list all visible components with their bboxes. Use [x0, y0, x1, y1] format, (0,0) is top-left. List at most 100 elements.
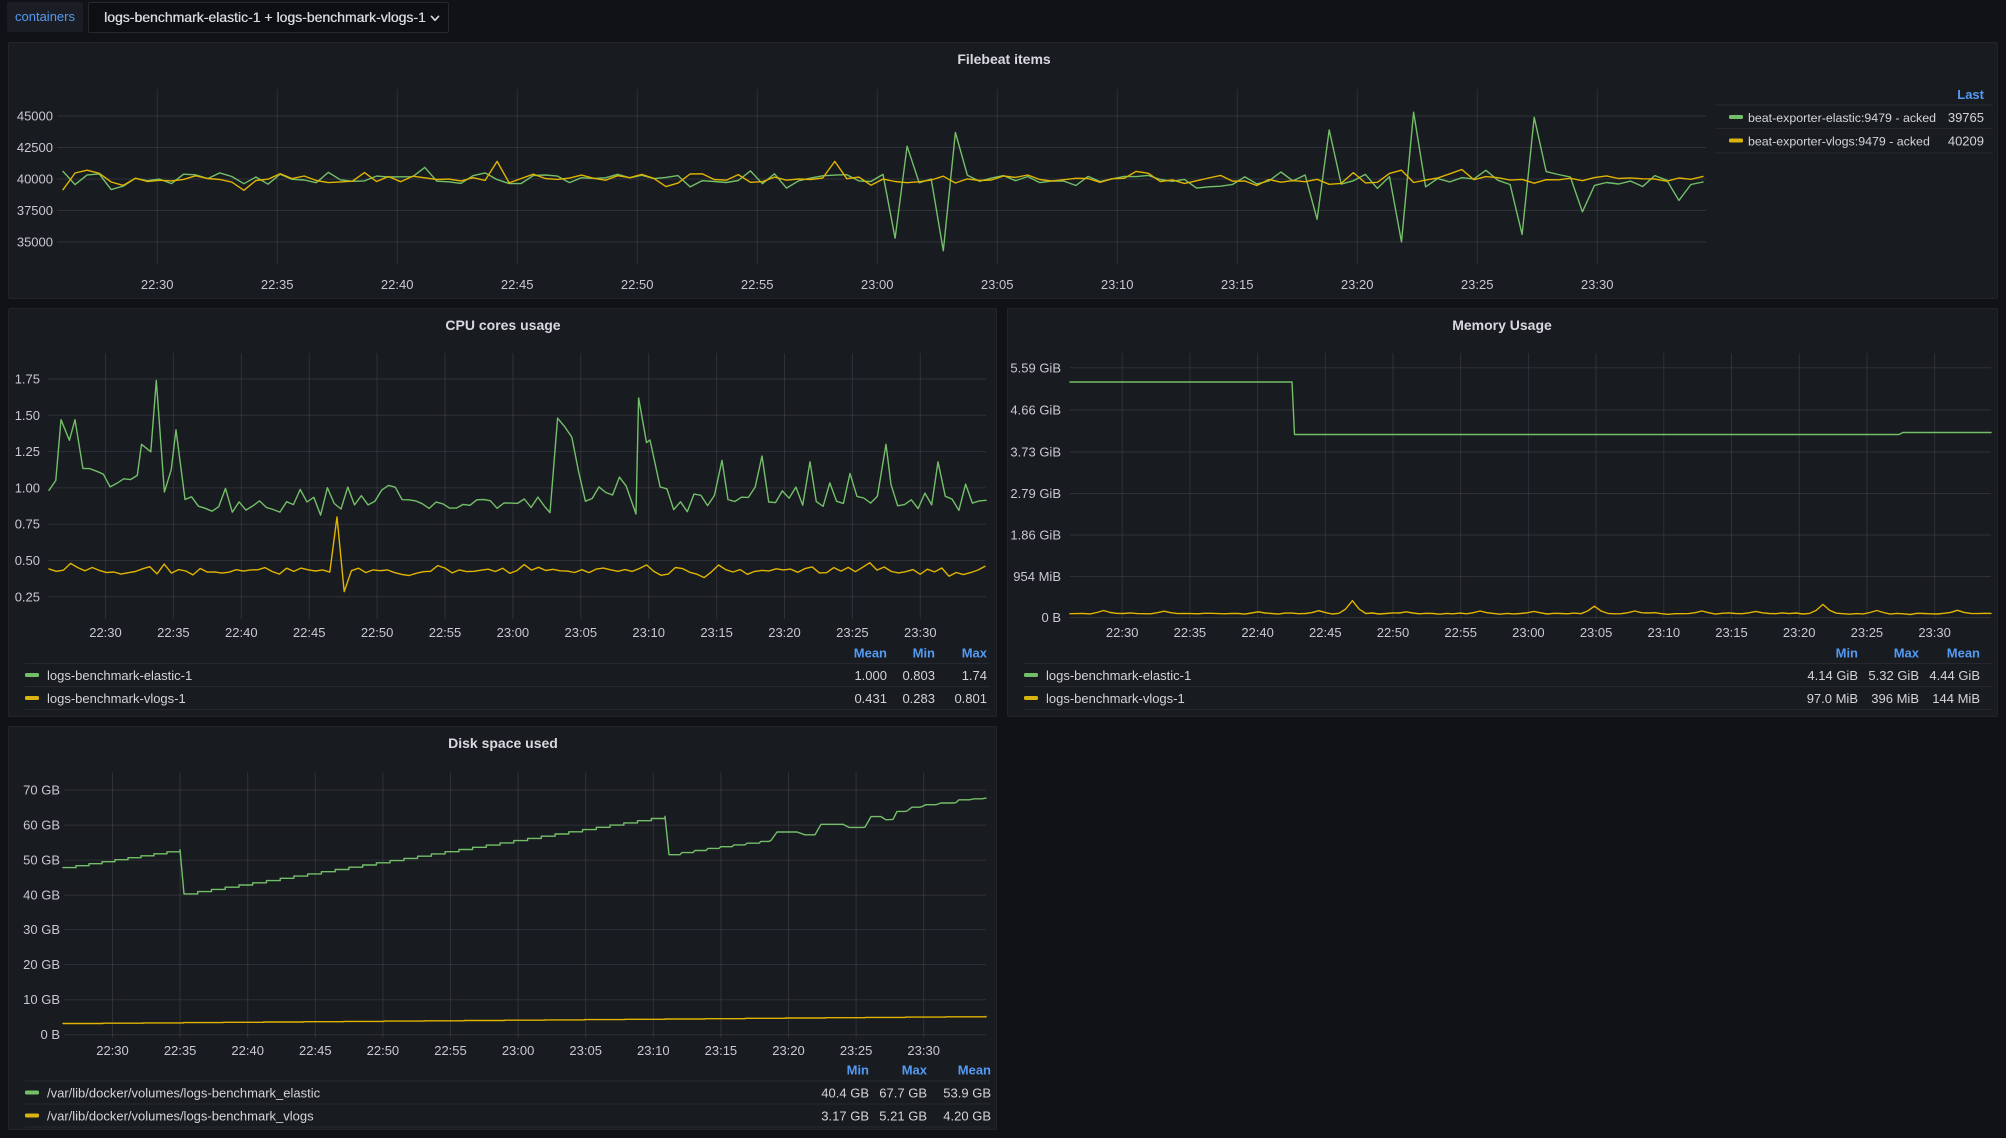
svg-text:4.66 GiB: 4.66 GiB — [1010, 403, 1061, 418]
svg-text:2.79 GiB: 2.79 GiB — [1010, 486, 1061, 501]
svg-text:23:20: 23:20 — [1341, 277, 1374, 292]
svg-text:23:00: 23:00 — [497, 625, 530, 640]
svg-text:23:15: 23:15 — [1221, 277, 1254, 292]
svg-text:4.14 GiB: 4.14 GiB — [1807, 668, 1858, 683]
svg-text:22:45: 22:45 — [1309, 625, 1342, 640]
svg-text:5.59 GiB: 5.59 GiB — [1010, 360, 1061, 375]
svg-text:23:20: 23:20 — [1783, 625, 1816, 640]
svg-text:23:00: 23:00 — [502, 1043, 535, 1058]
svg-text:22:45: 22:45 — [299, 1043, 332, 1058]
svg-text:23:30: 23:30 — [904, 625, 937, 640]
svg-text:23:30: 23:30 — [1918, 625, 1951, 640]
svg-text:40.4 GB: 40.4 GB — [821, 1086, 869, 1101]
svg-text:954 MiB: 954 MiB — [1013, 569, 1061, 584]
svg-text:0.283: 0.283 — [902, 691, 935, 706]
svg-text:30 GB: 30 GB — [23, 922, 60, 937]
svg-text:1.25: 1.25 — [15, 444, 40, 459]
svg-text:0.75: 0.75 — [15, 517, 40, 532]
svg-text:Mean: Mean — [958, 1063, 991, 1078]
svg-text:22:40: 22:40 — [381, 277, 414, 292]
svg-text:42500: 42500 — [17, 140, 53, 155]
svg-text:40209: 40209 — [1948, 134, 1984, 149]
svg-text:1.000: 1.000 — [854, 668, 887, 683]
svg-text:22:35: 22:35 — [157, 625, 190, 640]
svg-text:22:50: 22:50 — [367, 1043, 400, 1058]
svg-text:5.32 GiB: 5.32 GiB — [1868, 668, 1919, 683]
svg-text:23:20: 23:20 — [772, 1043, 805, 1058]
svg-text:1.50: 1.50 — [15, 408, 40, 423]
svg-text:Min: Min — [1836, 646, 1858, 661]
svg-text:37500: 37500 — [17, 203, 53, 218]
svg-text:Filebeat items: Filebeat items — [957, 51, 1051, 67]
svg-text:23:10: 23:10 — [1648, 625, 1681, 640]
svg-text:40000: 40000 — [17, 172, 53, 187]
svg-text:22:30: 22:30 — [141, 277, 174, 292]
svg-text:22:30: 22:30 — [1106, 625, 1139, 640]
svg-text:22:35: 22:35 — [1174, 625, 1207, 640]
svg-text:23:05: 23:05 — [565, 625, 598, 640]
svg-text:0.801: 0.801 — [954, 691, 987, 706]
svg-text:22:40: 22:40 — [231, 1043, 264, 1058]
svg-text:23:25: 23:25 — [1851, 625, 1884, 640]
svg-text:23:05: 23:05 — [569, 1043, 602, 1058]
svg-text:144 MiB: 144 MiB — [1932, 691, 1980, 706]
svg-text:22:40: 22:40 — [225, 625, 258, 640]
svg-text:Mean: Mean — [1947, 646, 1980, 661]
svg-text:23:15: 23:15 — [705, 1043, 738, 1058]
svg-text:1.00: 1.00 — [15, 480, 40, 495]
svg-text:23:10: 23:10 — [637, 1043, 670, 1058]
svg-text:3.17 GB: 3.17 GB — [821, 1109, 869, 1124]
svg-text:22:50: 22:50 — [361, 625, 394, 640]
svg-text:22:50: 22:50 — [621, 277, 654, 292]
svg-text:22:45: 22:45 — [501, 277, 534, 292]
svg-text:67.7 GB: 67.7 GB — [879, 1086, 927, 1101]
svg-text:Mean: Mean — [854, 646, 887, 661]
svg-text:0 B: 0 B — [40, 1027, 60, 1042]
svg-text:23:25: 23:25 — [1461, 277, 1494, 292]
svg-text:/var/lib/docker/volumes/logs-b: /var/lib/docker/volumes/logs-benchmark_v… — [47, 1109, 314, 1124]
svg-text:0 B: 0 B — [1041, 610, 1061, 625]
svg-text:Max: Max — [902, 1063, 928, 1078]
svg-text:1.75: 1.75 — [15, 372, 40, 387]
svg-text:23:25: 23:25 — [836, 625, 869, 640]
svg-text:1.86 GiB: 1.86 GiB — [1010, 528, 1061, 543]
svg-text:40 GB: 40 GB — [23, 888, 60, 903]
svg-text:22:40: 22:40 — [1241, 625, 1274, 640]
svg-text:0.50: 0.50 — [15, 553, 40, 568]
svg-text:22:55: 22:55 — [741, 277, 774, 292]
svg-text:53.9 GB: 53.9 GB — [943, 1086, 991, 1101]
svg-text:22:35: 22:35 — [164, 1043, 197, 1058]
svg-text:22:55: 22:55 — [429, 625, 462, 640]
svg-text:0.803: 0.803 — [902, 668, 935, 683]
svg-text:396 MiB: 396 MiB — [1871, 691, 1919, 706]
svg-text:23:10: 23:10 — [632, 625, 665, 640]
svg-text:22:55: 22:55 — [1444, 625, 1477, 640]
svg-text:Max: Max — [1894, 646, 1920, 661]
svg-text:beat-exporter-elastic:9479 - a: beat-exporter-elastic:9479 - acked — [1748, 111, 1936, 125]
svg-text:23:00: 23:00 — [861, 277, 894, 292]
svg-text:0.25: 0.25 — [15, 589, 40, 604]
svg-text:4.44 GiB: 4.44 GiB — [1929, 668, 1980, 683]
svg-text:39765: 39765 — [1948, 110, 1984, 125]
svg-text:23:00: 23:00 — [1512, 625, 1545, 640]
svg-text:22:30: 22:30 — [89, 625, 122, 640]
svg-text:3.73 GiB: 3.73 GiB — [1010, 445, 1061, 460]
svg-text:23:25: 23:25 — [840, 1043, 873, 1058]
svg-text:45000: 45000 — [17, 109, 53, 124]
svg-text:logs-benchmark-vlogs-1: logs-benchmark-vlogs-1 — [47, 691, 186, 706]
svg-text:CPU cores usage: CPU cores usage — [445, 317, 560, 333]
svg-text:70 GB: 70 GB — [23, 783, 60, 798]
svg-text:23:05: 23:05 — [981, 277, 1014, 292]
svg-text:23:30: 23:30 — [907, 1043, 940, 1058]
svg-text:Min: Min — [847, 1063, 869, 1078]
svg-text:20 GB: 20 GB — [23, 957, 60, 972]
svg-text:23:15: 23:15 — [1715, 625, 1748, 640]
svg-text:Memory Usage: Memory Usage — [1452, 317, 1552, 333]
svg-text:22:55: 22:55 — [434, 1043, 467, 1058]
svg-text:0.431: 0.431 — [854, 691, 887, 706]
svg-text:logs-benchmark-elastic-1: logs-benchmark-elastic-1 — [47, 668, 192, 683]
svg-text:22:35: 22:35 — [261, 277, 294, 292]
svg-text:beat-exporter-vlogs:9479 - ack: beat-exporter-vlogs:9479 - acked — [1748, 135, 1930, 149]
svg-text:logs-benchmark-vlogs-1: logs-benchmark-vlogs-1 — [1046, 691, 1185, 706]
svg-text:23:15: 23:15 — [700, 625, 733, 640]
